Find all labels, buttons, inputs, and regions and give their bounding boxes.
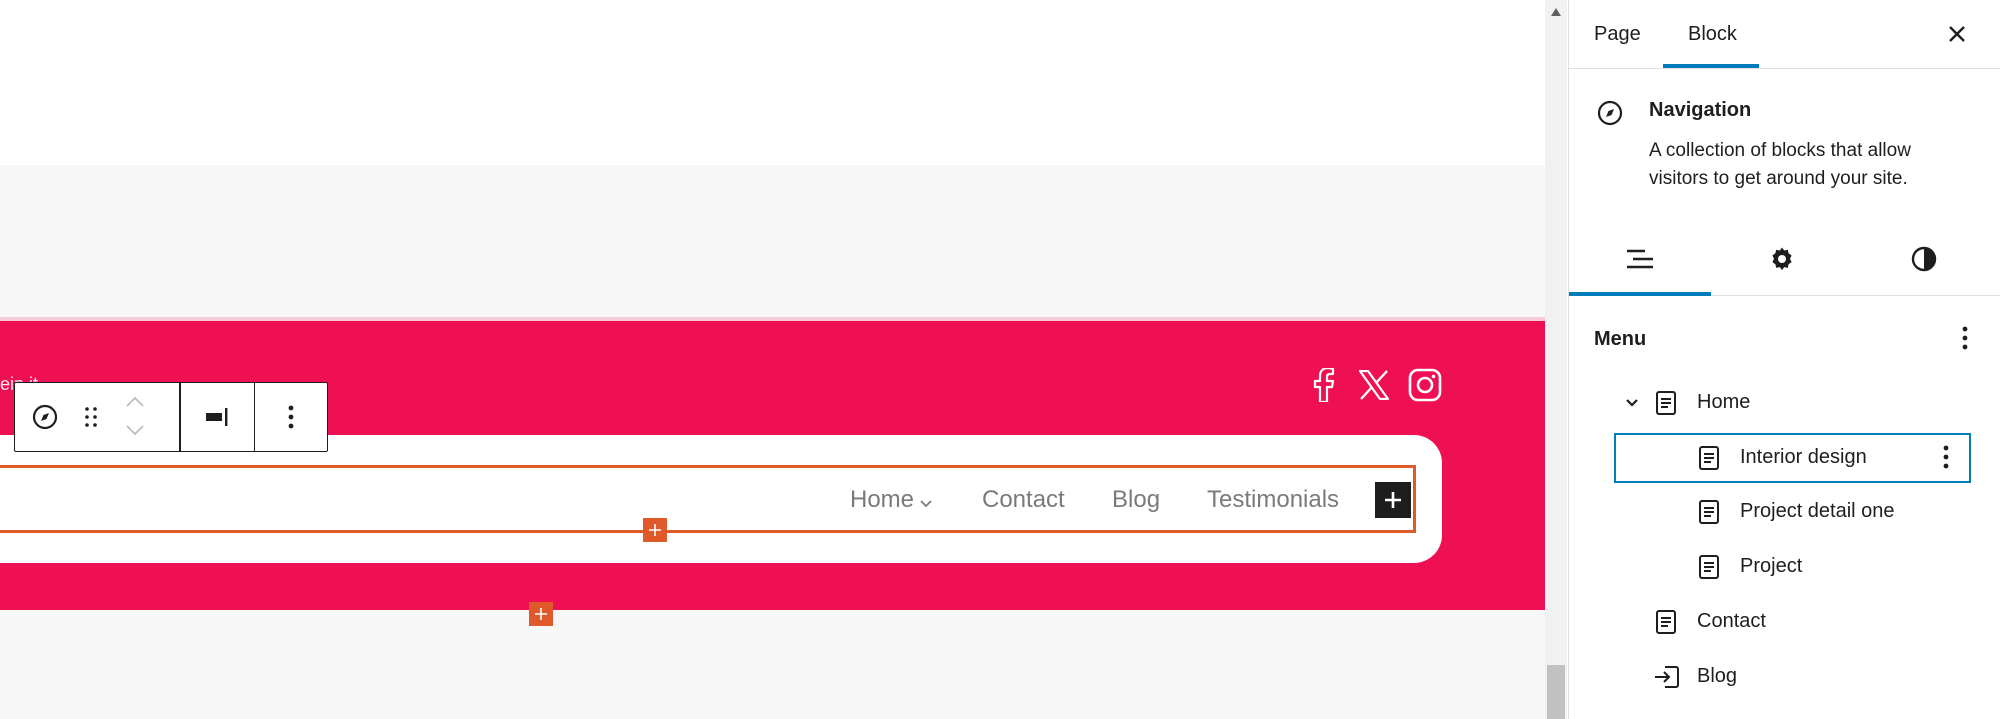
page-icon	[1655, 390, 1677, 421]
more-options-icon[interactable]	[1930, 441, 1962, 473]
menu-heading: Menu	[1594, 328, 1647, 350]
menu-item-blog[interactable]: Blog	[1569, 651, 2000, 701]
instagram-icon[interactable]	[1405, 365, 1445, 405]
chevron-down-icon[interactable]	[1625, 395, 1639, 413]
navigation-compass-icon	[1597, 100, 1623, 131]
x-twitter-icon[interactable]	[1354, 365, 1394, 405]
active-tab-indicator	[1663, 64, 1759, 68]
inspector-tabs	[1569, 222, 2000, 296]
plus-icon	[1385, 492, 1401, 508]
block-title: Navigation	[1649, 99, 1752, 121]
nav-item-testimonials[interactable]: Testimonials	[1207, 483, 1339, 517]
more-options-icon[interactable]	[255, 383, 327, 451]
nav-item-contact[interactable]: Contact	[982, 483, 1065, 517]
plus-icon	[535, 608, 547, 620]
page-icon	[1698, 445, 1720, 476]
scroll-up-arrow-icon[interactable]	[1550, 4, 1562, 16]
tab-block[interactable]: Block	[1688, 0, 1737, 69]
page-icon	[1698, 554, 1720, 585]
navigation-compass-icon[interactable]	[15, 383, 75, 451]
menu-item-interior-design[interactable]: Interior design	[1614, 433, 1971, 483]
list-view-icon[interactable]	[1569, 222, 1711, 296]
tab-page[interactable]: Page	[1594, 0, 1641, 69]
close-icon[interactable]	[1941, 18, 1973, 50]
scrollbar-thumb[interactable]	[1547, 665, 1565, 719]
justify-right-icon[interactable]	[181, 383, 254, 451]
move-down-icon[interactable]	[126, 422, 144, 440]
navigation-block-selected[interactable]	[0, 465, 1416, 533]
move-up-icon[interactable]	[126, 394, 144, 412]
page-icon	[1655, 609, 1677, 640]
block-inserter-button[interactable]	[643, 518, 667, 542]
settings-sidebar: Page Block Navigation A collection of bl…	[1568, 0, 2000, 719]
login-icon	[1653, 664, 1681, 695]
block-card: Navigation A collection of blocks that a…	[1569, 69, 2000, 219]
facebook-icon[interactable]	[1304, 365, 1344, 405]
nav-item-home[interactable]: Home	[850, 483, 932, 518]
block-toolbar	[14, 382, 328, 452]
menu-item-project-detail-one[interactable]: Project detail one	[1569, 486, 2000, 536]
nav-item-blog[interactable]: Blog	[1112, 483, 1160, 517]
active-subtab-indicator	[1569, 292, 1711, 296]
menu-item-project[interactable]: Project	[1569, 541, 2000, 591]
drag-handle-icon[interactable]	[75, 383, 107, 451]
chevron-down-icon	[920, 484, 932, 518]
settings-gear-icon[interactable]	[1711, 222, 1853, 296]
add-block-button[interactable]	[1375, 482, 1411, 518]
editor-canvas[interactable]: ein it Home Contact Blog Testimonials	[0, 0, 1545, 719]
more-options-icon[interactable]	[1949, 322, 1981, 354]
page-icon	[1698, 499, 1720, 530]
sidebar-tabs: Page Block	[1569, 0, 2000, 69]
block-inserter-button-below[interactable]	[529, 602, 553, 626]
menu-item-contact[interactable]: Contact	[1569, 596, 2000, 646]
plus-icon	[649, 524, 661, 536]
menu-item-home[interactable]: Home	[1569, 377, 2000, 427]
canvas-scrollbar[interactable]	[1545, 0, 1567, 719]
block-description: A collection of blocks that allow visito…	[1649, 140, 1911, 189]
styles-contrast-icon[interactable]	[1853, 222, 1995, 296]
